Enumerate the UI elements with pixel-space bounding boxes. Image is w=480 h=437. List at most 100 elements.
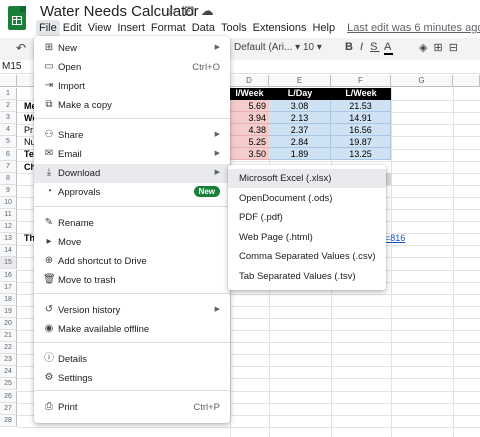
sheets-logo-icon[interactable]: [8, 6, 26, 30]
row-header[interactable]: 11: [0, 209, 17, 222]
row-header[interactable]: 23: [0, 354, 17, 367]
menu-tools[interactable]: Tools: [218, 20, 250, 36]
strikethrough-button[interactable]: S: [370, 41, 379, 53]
menu-insert[interactable]: Insert: [114, 20, 148, 36]
row-header[interactable]: 17: [0, 281, 17, 294]
file-menu-item-rename[interactable]: ✎ Rename: [34, 214, 230, 233]
cell-a6[interactable]: Te: [24, 148, 34, 160]
row-header[interactable]: 12: [0, 221, 17, 234]
row-header[interactable]: 15: [0, 257, 17, 270]
merge-icon[interactable]: ⊟: [449, 42, 464, 54]
row-header[interactable]: 24: [0, 366, 17, 379]
file-menu-item-import[interactable]: ⇥ Import: [34, 77, 230, 96]
file-menu-item-version-history[interactable]: ↺ Version history ▶: [34, 301, 230, 320]
download-option[interactable]: Comma Separated Values (.csv): [228, 247, 386, 266]
menu-data[interactable]: Data: [189, 20, 218, 36]
row-header[interactable]: 8: [0, 172, 17, 185]
cell-a4[interactable]: Pr: [24, 124, 34, 136]
file-menu-item-move[interactable]: ▸ Move: [34, 233, 230, 252]
undo-icon[interactable]: ↶: [16, 41, 26, 55]
file-menu-item-new[interactable]: ⊞ New ▶: [34, 39, 230, 58]
file-menu-item-download[interactable]: ⤓ Download ▶: [34, 164, 230, 183]
row-header[interactable]: 3: [0, 112, 17, 125]
file-menu-item-print[interactable]: ⎙ Print Ctrl+P: [34, 398, 230, 417]
download-option[interactable]: Tab Separated Values (.tsv): [228, 267, 386, 286]
row-header[interactable]: 4: [0, 124, 17, 137]
cell-d4[interactable]: 4.38: [230, 124, 269, 137]
cell-f4[interactable]: 16.56: [331, 124, 391, 137]
cloud-status-icon[interactable]: ☁: [201, 3, 220, 18]
row-header[interactable]: 28: [0, 414, 17, 427]
font-family-select[interactable]: Default (Ari... ▾: [234, 42, 300, 53]
menu-format[interactable]: Format: [148, 20, 189, 36]
column-header-h[interactable]: [453, 75, 480, 87]
row-header[interactable]: 18: [0, 293, 17, 306]
row-header[interactable]: 10: [0, 196, 17, 209]
italic-button[interactable]: I: [360, 41, 365, 53]
last-edit-link[interactable]: Last edit was 6 minutes ago: [344, 20, 480, 36]
row-header[interactable]: 20: [0, 317, 17, 330]
cell-d5[interactable]: 5.25: [230, 136, 269, 149]
move-folder-icon[interactable]: ⊡: [184, 3, 201, 18]
cell-d2[interactable]: 5.69: [230, 100, 269, 112]
file-menu-item-details[interactable]: ⓘ Details: [34, 350, 230, 369]
cell-a3[interactable]: We: [24, 112, 34, 124]
download-option[interactable]: Microsoft Excel (.xlsx): [228, 169, 386, 188]
row-header[interactable]: 2: [0, 100, 17, 113]
star-icon[interactable]: ☆: [166, 3, 184, 18]
file-menu-item-approvals[interactable]: ◔ Approvals New: [34, 183, 230, 202]
row-header[interactable]: 5: [0, 136, 17, 149]
cell-a2[interactable]: Me: [24, 100, 34, 112]
row-header[interactable]: 14: [0, 245, 17, 258]
row-header[interactable]: 9: [0, 184, 17, 197]
cell-f3[interactable]: 14.91: [331, 112, 391, 125]
column-header-d[interactable]: D: [230, 75, 269, 87]
menu-view[interactable]: View: [85, 20, 115, 36]
row-header[interactable]: 19: [0, 305, 17, 318]
cell-link-f12[interactable]: =816: [385, 233, 405, 243]
select-all-corner[interactable]: [0, 75, 17, 87]
fill-color-icon[interactable]: ◈: [419, 42, 433, 54]
cell-e6[interactable]: 1.89: [269, 148, 331, 161]
cell-d3[interactable]: 3.94: [230, 112, 269, 125]
cell-f6[interactable]: 13.25: [331, 148, 391, 161]
file-menu-item-make-a-copy[interactable]: ⧉ Make a copy: [34, 96, 230, 115]
row-header[interactable]: 25: [0, 378, 17, 391]
menu-edit[interactable]: Edit: [60, 20, 85, 36]
row-header[interactable]: 13: [0, 233, 17, 246]
file-menu-item-settings[interactable]: ⚙ Settings: [34, 369, 230, 388]
row-header[interactable]: 27: [0, 402, 17, 415]
row-header[interactable]: 7: [0, 160, 17, 173]
row-header[interactable]: 21: [0, 330, 17, 343]
column-header-e[interactable]: E: [269, 75, 331, 87]
cell-a5[interactable]: Nu: [24, 136, 34, 148]
file-menu-item-move-to-trash[interactable]: 🗑 Move to trash: [34, 271, 230, 290]
column-header-g[interactable]: G: [391, 75, 453, 87]
row-header[interactable]: 16: [0, 269, 17, 282]
download-option[interactable]: PDF (.pdf): [228, 208, 386, 227]
menu-extensions[interactable]: Extensions: [250, 20, 310, 36]
cell-header-e[interactable]: L/Day: [269, 88, 331, 100]
menu-file[interactable]: File: [36, 20, 60, 36]
text-color-button[interactable]: A: [383, 41, 394, 55]
file-menu-item-add-shortcut-to-drive[interactable]: ⊕ Add shortcut to Drive: [34, 252, 230, 271]
cell-d6[interactable]: 3.50: [230, 148, 269, 161]
cell-a7[interactable]: Ch: [24, 161, 34, 173]
cell-header-f[interactable]: L/Week: [331, 88, 391, 100]
borders-icon[interactable]: ⊞: [433, 42, 448, 54]
row-header[interactable]: 6: [0, 148, 17, 161]
file-menu-item-open[interactable]: ▭ Open Ctrl+O: [34, 58, 230, 77]
cell-e3[interactable]: 2.13: [269, 112, 331, 125]
font-size-select[interactable]: 10 ▾: [303, 42, 322, 53]
cell-e5[interactable]: 2.84: [269, 136, 331, 149]
file-menu-item-email[interactable]: ✉ Email ▶: [34, 145, 230, 164]
row-header[interactable]: 22: [0, 342, 17, 355]
cell-f2[interactable]: 21.53: [331, 100, 391, 112]
bold-button[interactable]: B: [345, 41, 355, 53]
download-option[interactable]: OpenDocument (.ods): [228, 189, 386, 208]
name-box[interactable]: M15: [2, 61, 21, 72]
cell-header-d[interactable]: l/Week: [230, 88, 269, 100]
column-header-f[interactable]: F: [331, 75, 391, 87]
menu-help[interactable]: Help: [309, 20, 338, 36]
download-option[interactable]: Web Page (.html): [228, 228, 386, 247]
